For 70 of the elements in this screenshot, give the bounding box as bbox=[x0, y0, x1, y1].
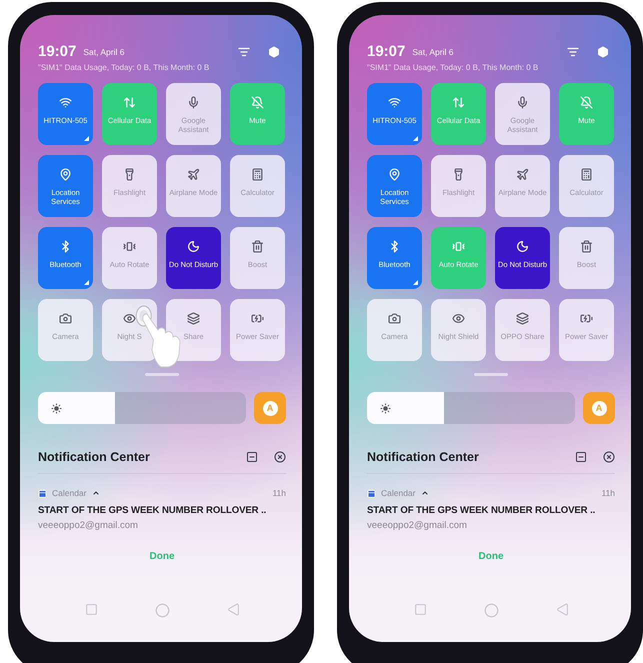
auto-brightness-button[interactable]: A bbox=[254, 392, 286, 424]
notification-title: START OF THE GPS WEEK NUMBER ROLLOVER .. bbox=[367, 505, 596, 516]
camera-icon bbox=[59, 312, 72, 325]
flashlight-icon bbox=[452, 168, 465, 181]
trash-icon bbox=[580, 240, 593, 253]
brightness-slider[interactable] bbox=[367, 392, 575, 424]
notification-time: 11h bbox=[272, 488, 286, 498]
moon-icon bbox=[516, 240, 529, 253]
edit-list-icon[interactable] bbox=[238, 46, 250, 58]
notification-account: veeeoppo2@gmail.com bbox=[367, 520, 468, 531]
close-icon[interactable] bbox=[274, 451, 286, 463]
clock: 19:07 bbox=[367, 43, 406, 60]
done-button[interactable]: Done bbox=[472, 549, 510, 564]
arrows-icon bbox=[123, 96, 136, 109]
trash-icon bbox=[251, 240, 264, 253]
date: Sat, April 6 bbox=[412, 46, 454, 56]
layers-icon bbox=[187, 312, 200, 325]
location-pin-icon bbox=[59, 168, 72, 181]
eye-icon bbox=[452, 312, 465, 325]
flashlight-icon bbox=[123, 168, 136, 181]
phone-vibrate-icon bbox=[123, 240, 136, 253]
location-pin-icon bbox=[388, 168, 401, 181]
calendar-icon bbox=[38, 488, 47, 498]
calculator-icon bbox=[251, 168, 264, 181]
data-usage-text: "SIM1" Data Usage, Today: 0 B, This Month: 0 B bbox=[367, 63, 540, 72]
layers-icon bbox=[516, 312, 529, 325]
chevron-up-icon[interactable] bbox=[92, 489, 100, 497]
drag-handle[interactable] bbox=[474, 373, 508, 376]
settings-icon[interactable] bbox=[268, 46, 280, 58]
bell-off-icon bbox=[251, 96, 264, 109]
eye-icon bbox=[123, 312, 136, 325]
clock: 19:07 bbox=[38, 43, 76, 60]
microphone-icon bbox=[187, 96, 200, 109]
notification-title: START OF THE GPS WEEK NUMBER ROLLOVER .. bbox=[38, 505, 268, 516]
notification-center-title: Notification Center bbox=[367, 450, 479, 464]
calendar-icon bbox=[367, 488, 376, 498]
app-name: Calendar bbox=[381, 488, 416, 498]
wifi-icon bbox=[59, 96, 72, 109]
microphone-icon bbox=[516, 96, 529, 109]
bluetooth-icon bbox=[388, 240, 401, 253]
edit-list-icon[interactable] bbox=[567, 46, 579, 58]
camera-icon bbox=[388, 312, 401, 325]
settings-icon[interactable] bbox=[597, 46, 609, 58]
sun-icon bbox=[380, 402, 391, 414]
airplane-icon bbox=[516, 168, 529, 181]
auto-brightness-button[interactable]: A bbox=[583, 392, 615, 424]
bell-off-icon bbox=[580, 96, 593, 109]
manage-icon[interactable] bbox=[246, 451, 258, 463]
close-icon[interactable] bbox=[603, 451, 615, 463]
app-name: Calendar bbox=[52, 488, 86, 498]
drag-handle[interactable] bbox=[145, 373, 179, 376]
manage-icon[interactable] bbox=[575, 451, 587, 463]
bluetooth-icon bbox=[59, 240, 72, 253]
notification-time: 11h bbox=[601, 488, 615, 498]
date: Sat, April 6 bbox=[83, 46, 124, 56]
sun-icon bbox=[51, 402, 62, 414]
wifi-icon bbox=[388, 96, 401, 109]
done-button[interactable]: Done bbox=[144, 549, 180, 564]
airplane-icon bbox=[187, 168, 200, 181]
brightness-slider[interactable] bbox=[38, 392, 246, 424]
arrows-icon bbox=[452, 96, 465, 109]
data-usage-text: "SIM1" Data Usage, Today: 0 B, This Month: 0 B bbox=[38, 63, 210, 72]
battery-icon bbox=[251, 312, 264, 325]
battery-icon bbox=[580, 312, 593, 325]
calculator-icon bbox=[580, 168, 593, 181]
notification-center-title: Notification Center bbox=[38, 450, 150, 464]
phone-vibrate-icon bbox=[452, 240, 465, 253]
moon-icon bbox=[187, 240, 200, 253]
notification-account: veeeoppo2@gmail.com bbox=[38, 520, 139, 531]
chevron-up-icon[interactable] bbox=[420, 489, 428, 497]
